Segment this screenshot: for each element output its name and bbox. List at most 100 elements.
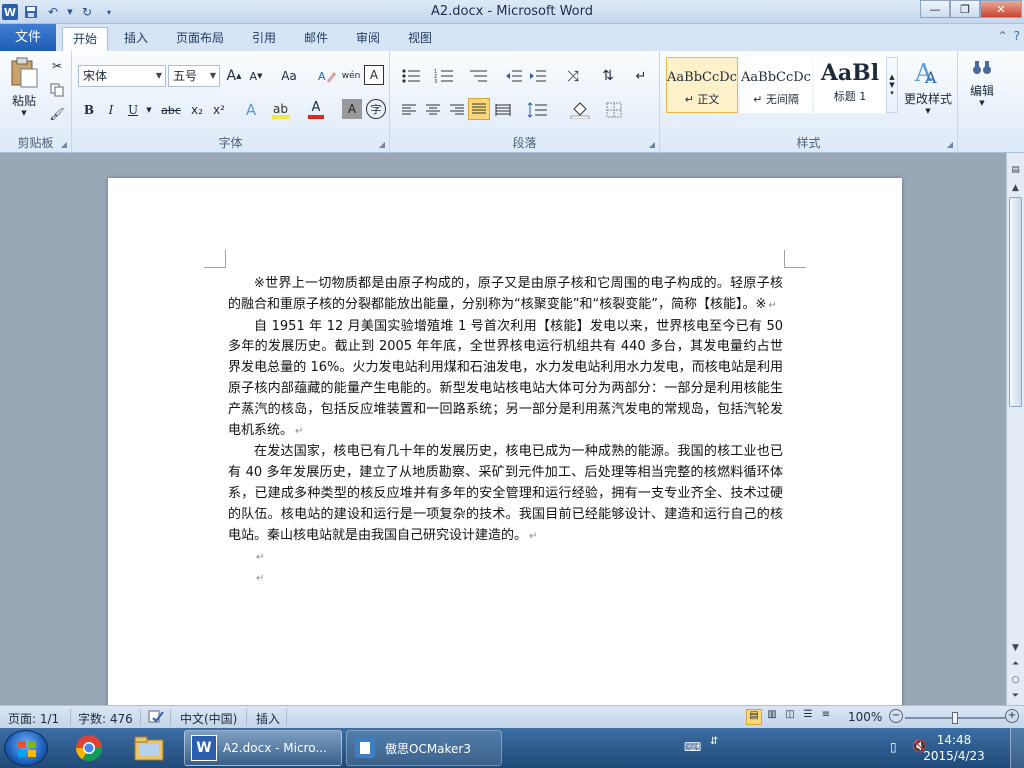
increase-indent-button[interactable] — [526, 65, 550, 87]
underline-dropdown-icon[interactable]: ▼ — [144, 99, 154, 121]
network-icon[interactable]: ▯ — [890, 740, 897, 754]
keyboard-icon[interactable]: ⌨ — [684, 740, 701, 754]
outline-view-icon[interactable]: ☰ — [800, 709, 816, 725]
paragraph-1[interactable]: ※世界上一切物质都是由原子构成的，原子又是由原子核和它周围的电子构成的。轻原子核… — [228, 274, 783, 317]
zoom-slider[interactable] — [905, 712, 1005, 724]
numbering-button[interactable]: 123 — [430, 65, 460, 87]
underline-button[interactable]: U — [122, 99, 144, 121]
style-no-spacing[interactable]: AaBbCcDc ↵ 无间隔 — [740, 57, 812, 113]
tab-view[interactable]: 视图 — [398, 27, 442, 51]
styles-launcher-icon[interactable]: ◢ — [947, 140, 953, 149]
web-layout-icon[interactable]: ◫ — [782, 709, 798, 725]
chrome-icon[interactable] — [62, 731, 116, 765]
paragraph-3[interactable]: 在发达国家，核电已有几十年的发展历史，核电已成为一种成熟的能源。我国的核工业也已… — [228, 442, 783, 547]
text-effect-button[interactable]: A — [240, 99, 262, 121]
font-size-combo[interactable]: 五号 ▼ — [168, 65, 220, 87]
paragraph-launcher-icon[interactable]: ◢ — [649, 140, 655, 149]
vertical-scrollbar[interactable]: ▤ ▲ ▼ ⏶ ○ ⏷ — [1006, 153, 1024, 705]
highlight-button[interactable]: ab — [268, 99, 294, 121]
styles-gallery-scroll[interactable]: ▲ ▼ ▾ — [886, 57, 898, 113]
distributed-button[interactable] — [492, 99, 514, 121]
scroll-up-icon[interactable]: ▲ — [1007, 179, 1024, 196]
document-body[interactable]: ※世界上一切物质都是由原子构成的，原子又是由原子核和它周围的电子构成的。轻原子核… — [228, 274, 783, 589]
document-page[interactable]: ※世界上一切物质都是由原子构成的，原子又是由原子核和它周围的电子构成的。轻原子核… — [108, 178, 902, 705]
empty-line[interactable]: ↵ — [228, 568, 783, 589]
taskbar-item-ocmaker[interactable]: 傲思OCMaker3 — [346, 730, 502, 766]
close-button[interactable]: ✕ — [980, 0, 1022, 18]
taskbar-item-word[interactable]: W A2.docx - Micro... — [184, 730, 342, 766]
tab-mailings[interactable]: 邮件 — [294, 27, 338, 51]
print-layout-view-icon[interactable]: ▤ — [746, 709, 762, 725]
clipboard-launcher-icon[interactable]: ◢ — [61, 140, 67, 149]
show-marks-button[interactable]: ↵ — [630, 65, 652, 87]
paragraph-2[interactable]: 自 1951 年 12 月美国实验增殖堆 1 号首次利用【核能】发电以来，世界核… — [228, 317, 783, 443]
previous-page-icon[interactable]: ⏶ — [1007, 655, 1024, 672]
tab-page-layout[interactable]: 页面布局 — [166, 27, 234, 51]
file-explorer-icon[interactable] — [122, 731, 176, 765]
zoom-out-icon[interactable]: − — [889, 709, 903, 723]
subscript-button[interactable]: x₂ — [186, 99, 208, 121]
empty-line[interactable]: ↵ — [228, 547, 783, 568]
ruler-toggle-icon[interactable]: ▤ — [1007, 161, 1024, 178]
change-case-button[interactable]: Aa — [274, 65, 304, 87]
strikethrough-button[interactable]: abc — [158, 99, 184, 121]
tab-home[interactable]: 开始 — [62, 27, 109, 51]
document-area[interactable]: ※世界上一切物质都是由原子构成的，原子又是由原子核和它周围的电子构成的。轻原子核… — [0, 153, 1006, 705]
zoom-in-icon[interactable]: + — [1005, 709, 1019, 723]
proofing-icon[interactable] — [148, 710, 164, 727]
cut-icon[interactable]: ✂ — [48, 57, 66, 75]
justify-button[interactable] — [468, 98, 490, 120]
copy-icon[interactable] — [48, 81, 66, 99]
bullets-button[interactable] — [398, 65, 426, 87]
align-left-button[interactable] — [398, 99, 420, 121]
draft-view-icon[interactable]: ≡ — [818, 709, 834, 725]
page-count[interactable]: 页面: 1/1 — [8, 710, 59, 727]
minimize-ribbon-icon[interactable]: ⌃ — [998, 29, 1008, 43]
next-page-icon[interactable]: ⏷ — [1007, 687, 1024, 704]
sort-button[interactable]: ⇅ — [596, 65, 620, 87]
help-icon[interactable]: ? — [1014, 29, 1020, 43]
maximize-button[interactable]: ❐ — [950, 0, 980, 18]
align-center-button[interactable] — [422, 99, 444, 121]
input-method-icon[interactable]: ⇵ — [710, 736, 718, 747]
zoom-level[interactable]: 100% — [848, 710, 882, 724]
start-button[interactable] — [4, 730, 48, 766]
decrease-indent-button[interactable] — [502, 65, 526, 87]
font-color-button[interactable]: A — [304, 99, 328, 121]
char-border-button[interactable]: A — [364, 65, 384, 85]
font-launcher-icon[interactable]: ◢ — [379, 140, 385, 149]
select-browse-object-icon[interactable]: ○ — [1007, 671, 1024, 688]
shading-button[interactable] — [566, 99, 594, 121]
zoom-slider-handle[interactable] — [952, 712, 958, 724]
language-indicator[interactable]: 中文(中国) — [180, 710, 237, 727]
change-styles-button[interactable]: AA 更改样式 ▼ — [902, 57, 954, 115]
editing-button[interactable]: 编辑 ▼ — [964, 57, 1000, 107]
font-name-combo[interactable]: 宋体 ▼ — [78, 65, 166, 87]
enclose-characters-button[interactable]: 字 — [366, 99, 386, 119]
clear-format-button[interactable]: A — [316, 65, 338, 87]
clock[interactable]: 14:48 2015/4/23 — [914, 732, 994, 764]
tab-file[interactable]: 文件 — [0, 24, 56, 51]
paste-button[interactable]: 粘贴 ▼ — [6, 57, 42, 117]
scroll-down-icon[interactable]: ▼ — [1007, 639, 1024, 656]
tab-insert[interactable]: 插入 — [114, 27, 158, 51]
align-right-button[interactable] — [446, 99, 468, 121]
grow-font-button[interactable]: A ▲ — [224, 65, 244, 87]
line-spacing-button[interactable] — [524, 99, 552, 121]
minimize-button[interactable]: — — [920, 0, 950, 18]
tab-references[interactable]: 引用 — [242, 27, 286, 51]
superscript-button[interactable]: x² — [208, 99, 230, 121]
scroll-thumb[interactable] — [1009, 197, 1022, 407]
show-desktop-button[interactable] — [1010, 728, 1024, 768]
full-screen-reading-icon[interactable]: ▥ — [764, 709, 780, 725]
italic-button[interactable]: I — [100, 99, 122, 121]
tab-review[interactable]: 审阅 — [346, 27, 390, 51]
insert-mode-indicator[interactable]: 插入 — [256, 710, 280, 727]
phonetic-guide-button[interactable]: wén — [340, 65, 362, 87]
word-count[interactable]: 字数: 476 — [78, 710, 133, 727]
multilevel-list-button[interactable] — [464, 65, 494, 87]
style-normal[interactable]: AaBbCcDc ↵ 正文 — [666, 57, 738, 113]
char-shading-button[interactable]: A — [342, 99, 362, 119]
bold-button[interactable]: B — [78, 99, 100, 121]
format-painter-icon[interactable]: 🖌 — [48, 105, 66, 123]
